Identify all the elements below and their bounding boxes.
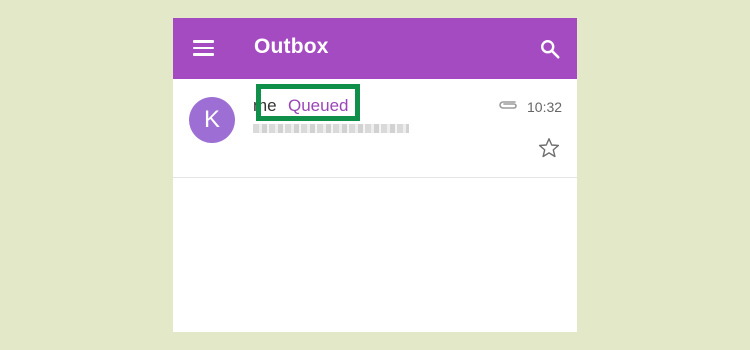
star-outline-icon[interactable] [537,136,561,160]
search-icon[interactable] [539,38,561,60]
message-time: 10:32 [527,99,563,115]
menu-icon[interactable] [193,40,214,56]
paperclip-icon [499,101,517,109]
message-snippet [253,124,409,133]
highlight-box [256,84,360,121]
avatar: K [189,97,235,143]
message-row[interactable]: K me Queued 10:32 [173,79,577,178]
app-bar: Outbox [173,18,577,79]
page-title: Outbox [254,35,329,58]
mail-app-screen: Outbox K me Queued 10:32 [173,18,577,332]
